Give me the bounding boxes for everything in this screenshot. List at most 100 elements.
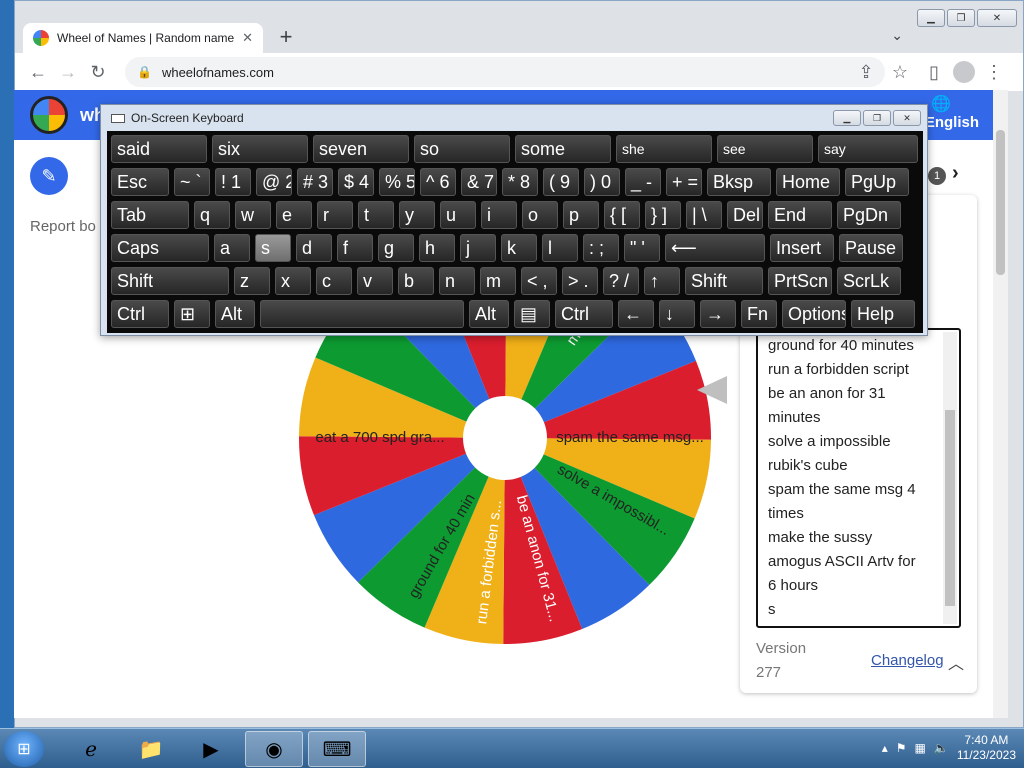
osk-key-space[interactable] (260, 300, 464, 328)
osk-key-c[interactable]: c (316, 267, 352, 295)
osk-key-sym13[interactable]: + = (666, 168, 702, 196)
osk-key-sym12[interactable]: } ] (645, 201, 681, 229)
osk-key-u[interactable]: u (440, 201, 476, 229)
close-window-button[interactable]: ✕ (977, 9, 1017, 27)
osk-prediction-so[interactable]: so (414, 135, 510, 163)
profile-avatar[interactable] (953, 61, 975, 83)
osk-key-Fn[interactable]: Fn (741, 300, 777, 328)
osk-prediction-seven[interactable]: seven (313, 135, 409, 163)
osk-key-Bksp[interactable]: Bksp (707, 168, 771, 196)
osk-key-q[interactable]: q (194, 201, 230, 229)
osk-key-p[interactable]: p (563, 201, 599, 229)
osk-key-w[interactable]: w (235, 201, 271, 229)
osk-key-sym9[interactable]: > . (562, 267, 598, 295)
osk-key-Del[interactable]: Del (727, 201, 763, 229)
osk-key-i[interactable]: i (481, 201, 517, 229)
osk-key-n[interactable]: n (439, 267, 475, 295)
osk-key-9[interactable]: ( 9 (543, 168, 579, 196)
chevron-up-icon[interactable]: ︿ (948, 650, 964, 674)
new-tab-button[interactable]: + (273, 25, 299, 51)
osk-key-Caps[interactable]: Caps (111, 234, 209, 262)
menu-kebab-icon[interactable]: ⋮ (979, 57, 1009, 87)
osk-key-7[interactable]: & 7 (461, 168, 497, 196)
osk-key-sym11[interactable]: " ' (624, 234, 660, 262)
osk-key-e[interactable]: e (276, 201, 312, 229)
osk-key-j[interactable]: j (460, 234, 496, 262)
osk-key-z[interactable]: z (234, 267, 270, 295)
osk-key-Shift[interactable]: Shift (111, 267, 229, 295)
osk-key-Tab[interactable]: Tab (111, 201, 189, 229)
start-button[interactable]: ⊞ (4, 731, 44, 767)
osk-minimize-button[interactable]: ▁ (833, 110, 861, 126)
osk-key-v[interactable]: v (357, 267, 393, 295)
osk-key-sym13[interactable]: | \ (686, 201, 722, 229)
osk-key-Shift[interactable]: Shift (685, 267, 763, 295)
media-player-icon[interactable]: ▶ (182, 731, 240, 767)
forward-button[interactable]: → (53, 57, 83, 87)
internet-explorer-icon[interactable]: ℯ (62, 731, 120, 767)
osk-prediction-she[interactable]: she (616, 135, 712, 163)
tab-search-chevron-icon[interactable]: ⌄ (891, 27, 903, 44)
osk-key-6[interactable]: ^ 6 (420, 168, 456, 196)
osk-key-a[interactable]: a (214, 234, 250, 262)
osk-key-5[interactable]: % 5 (379, 168, 415, 196)
osk-key-4[interactable]: $ 4 (338, 168, 374, 196)
osk-key-f[interactable]: f (337, 234, 373, 262)
osk-key-g[interactable]: g (378, 234, 414, 262)
osk-key-l[interactable]: l (542, 234, 578, 262)
osk-close-button[interactable]: ✕ (893, 110, 921, 126)
osk-key-sym10[interactable]: ? / (603, 267, 639, 295)
back-button[interactable]: ← (23, 57, 53, 87)
osk-key-Options[interactable]: Options (782, 300, 846, 328)
osk-key-Esc[interactable]: Esc (111, 168, 169, 196)
osk-key-sym8[interactable]: < , (521, 267, 557, 295)
osk-key-Insert[interactable]: Insert (770, 234, 834, 262)
clock[interactable]: 7:40 AM 11/23/2023 (957, 733, 1016, 763)
osk-key-8[interactable]: * 8 (502, 168, 538, 196)
minimize-button[interactable]: ▁ (917, 9, 945, 27)
edit-pencil-icon[interactable]: ✎ (30, 157, 68, 195)
osk-key-sym1[interactable]: ⊞ (174, 300, 210, 328)
osk-key-d[interactable]: d (296, 234, 332, 262)
osk-prediction-said[interactable]: said (111, 135, 207, 163)
page-scrollbar[interactable] (993, 90, 1008, 718)
osk-key-2[interactable]: @ 2 (256, 168, 292, 196)
osk-key-sym11[interactable]: { [ (604, 201, 640, 229)
osk-key-s[interactable]: s (255, 234, 291, 262)
network-icon[interactable]: ▦ (915, 741, 926, 755)
osk-key-3[interactable]: # 3 (297, 168, 333, 196)
bookmark-star-icon[interactable]: ☆ (885, 57, 915, 87)
action-center-icon[interactable]: ⚑ (896, 741, 907, 755)
osk-key-Pause[interactable]: Pause (839, 234, 903, 262)
osk-key-sym12[interactable]: ⟵ (665, 234, 765, 262)
osk-key-k[interactable]: k (501, 234, 537, 262)
osk-key-ScrLk[interactable]: ScrLk (837, 267, 901, 295)
globe-icon[interactable]: 🌐 (931, 94, 951, 114)
osk-prediction-some[interactable]: some (515, 135, 611, 163)
share-icon[interactable]: ⇪ (851, 57, 881, 87)
browser-tab[interactable]: Wheel of Names | Random name ✕ (23, 23, 263, 53)
osk-key-Alt[interactable]: Alt (215, 300, 255, 328)
wheel-center[interactable] (463, 396, 547, 480)
osk-key-sym10[interactable]: : ; (583, 234, 619, 262)
file-explorer-icon[interactable]: 📁 (122, 731, 180, 767)
osk-key-PrtScn[interactable]: PrtScn (768, 267, 832, 295)
osk-key-sym1[interactable]: ~ ` (174, 168, 210, 196)
osk-key-o[interactable]: o (522, 201, 558, 229)
osk-taskbar-icon[interactable]: ⌨ (308, 731, 366, 767)
osk-key-Help[interactable]: Help (851, 300, 915, 328)
osk-key-sym7[interactable]: ← (618, 300, 654, 328)
osk-key-sym11[interactable]: ↑ (644, 267, 680, 295)
osk-key-r[interactable]: r (317, 201, 353, 229)
osk-key-x[interactable]: x (275, 267, 311, 295)
osk-prediction-see[interactable]: see (717, 135, 813, 163)
volume-icon[interactable]: 🔈 (934, 741, 949, 755)
osk-key-Ctrl[interactable]: Ctrl (111, 300, 169, 328)
show-hidden-icons-icon[interactable]: ▴ (882, 741, 888, 755)
osk-key-Ctrl[interactable]: Ctrl (555, 300, 613, 328)
language-selector[interactable]: English (925, 114, 979, 131)
osk-key-0[interactable]: ) 0 (584, 168, 620, 196)
address-bar[interactable]: 🔒 wheelofnames.com (125, 57, 885, 87)
side-panel-icon[interactable]: ▯ (919, 57, 949, 87)
osk-key-h[interactable]: h (419, 234, 455, 262)
